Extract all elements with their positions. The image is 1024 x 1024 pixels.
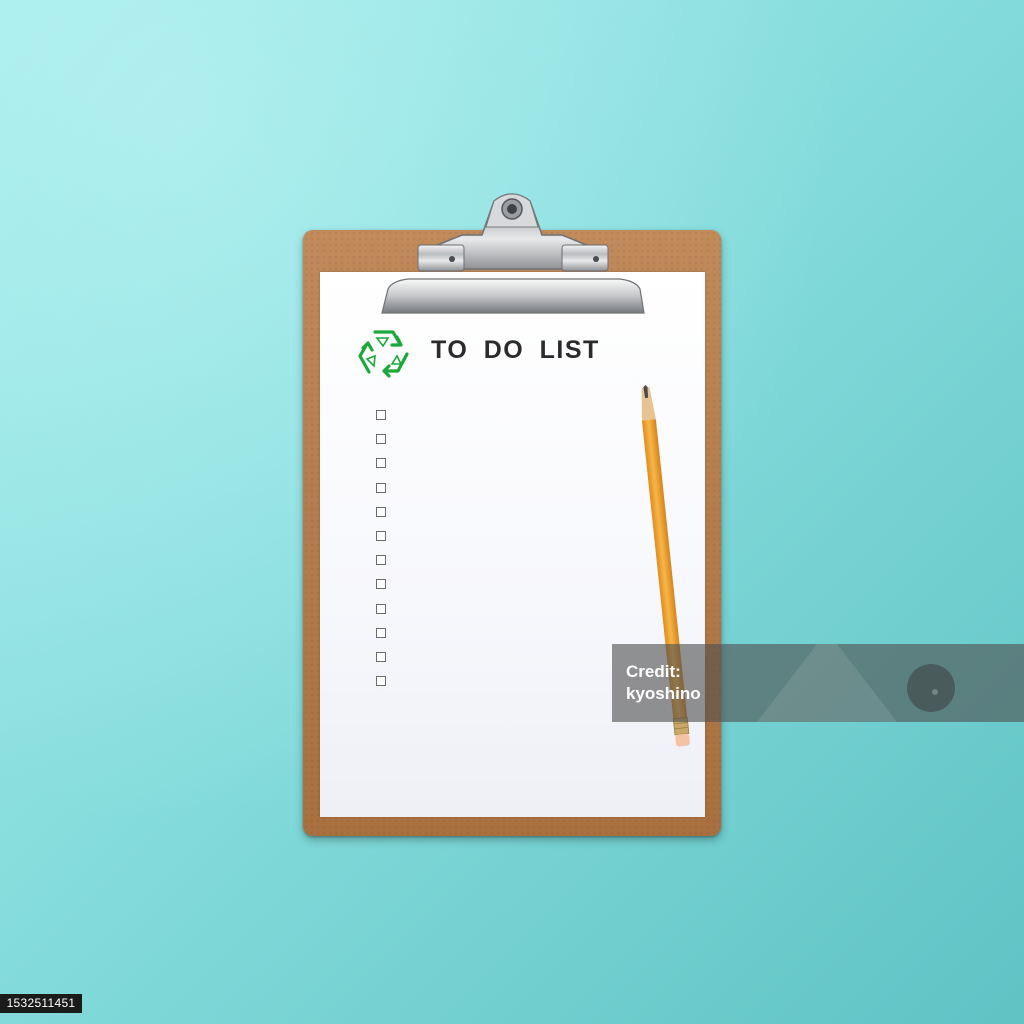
checkbox[interactable]: [376, 651, 386, 662]
checkbox[interactable]: [376, 555, 386, 566]
istock-logo-icon: [757, 644, 955, 722]
checkbox[interactable]: [376, 627, 386, 638]
checkbox[interactable]: [376, 579, 386, 590]
metal-clip-icon: [381, 193, 645, 314]
credit-label: Credit:: [626, 662, 681, 681]
checkbox[interactable]: [376, 482, 386, 493]
checkbox[interactable]: [376, 603, 386, 614]
credit-name: kyoshino: [626, 684, 701, 703]
image-id-label: 1532511451: [0, 994, 82, 1013]
checkbox[interactable]: [376, 530, 386, 541]
credit-watermark: Credit: kyoshino: [612, 644, 1024, 722]
recycle-icon: [358, 330, 409, 378]
checkbox[interactable]: [376, 410, 386, 420]
checkbox-list: [376, 410, 396, 700]
checkbox[interactable]: [376, 506, 386, 517]
checkbox[interactable]: [376, 458, 386, 469]
checkbox[interactable]: [376, 676, 386, 687]
page-title: TO DO LIST: [431, 336, 600, 364]
checkbox[interactable]: [376, 434, 386, 445]
